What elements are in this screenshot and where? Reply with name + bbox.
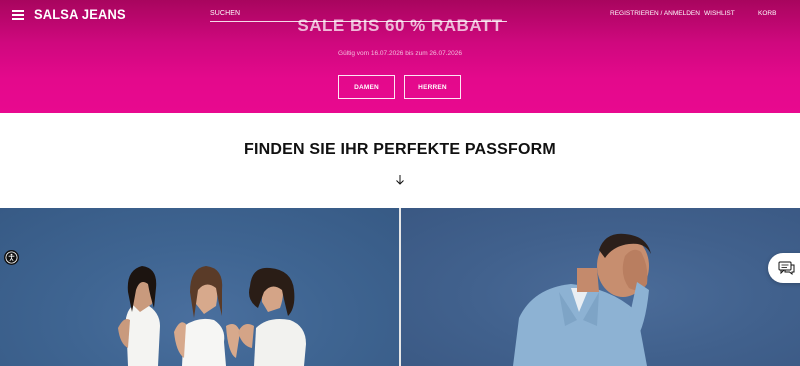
sale-validity-text: Gültig vom 16.07.2026 bis zum 26.07.2026 <box>338 50 462 57</box>
fit-section-title: FINDEN SIE IHR PERFEKTE PASSFORM <box>244 141 556 158</box>
man-model-photo <box>513 233 651 366</box>
damen-button[interactable]: DAMEN <box>338 75 395 99</box>
sale-hero-banner: SALSA JEANS SUCHEN REGISTRIEREN / ANMELD… <box>0 0 800 113</box>
accessibility-icon[interactable] <box>4 250 19 265</box>
sale-headline: SALE BIS 60 % RABATT <box>297 16 503 35</box>
men-category-image[interactable] <box>401 208 800 366</box>
women-category-image[interactable] <box>0 208 399 366</box>
chat-bubble-icon[interactable] <box>768 253 800 283</box>
arrow-down-icon[interactable] <box>395 174 405 185</box>
women-models-photo <box>118 266 306 366</box>
herren-button[interactable]: HERREN <box>404 75 461 99</box>
